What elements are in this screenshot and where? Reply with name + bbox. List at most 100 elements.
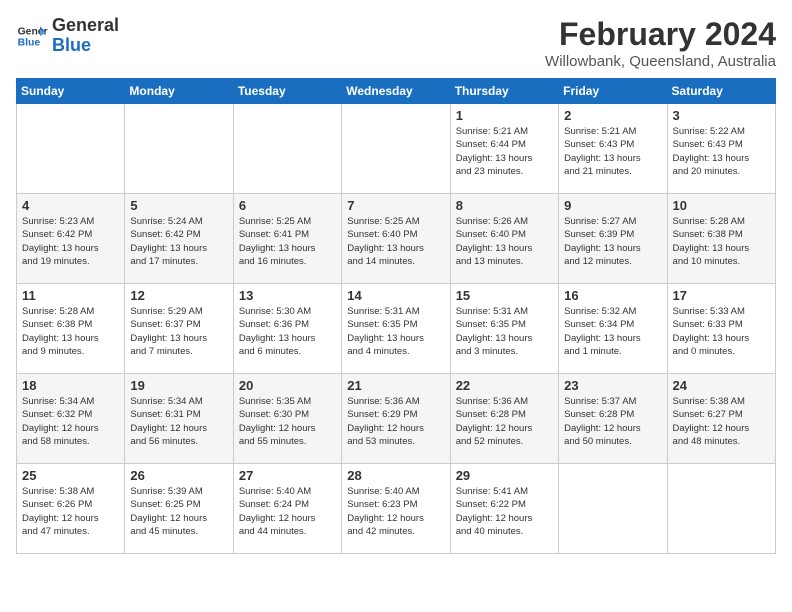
day-header-monday: Monday [125,79,233,104]
day-number: 8 [456,198,553,213]
day-info: Sunrise: 5:33 AM Sunset: 6:33 PM Dayligh… [673,305,770,358]
day-info: Sunrise: 5:35 AM Sunset: 6:30 PM Dayligh… [239,395,336,448]
day-number: 13 [239,288,336,303]
day-info: Sunrise: 5:21 AM Sunset: 6:43 PM Dayligh… [564,125,661,178]
day-info: Sunrise: 5:39 AM Sunset: 6:25 PM Dayligh… [130,485,227,538]
day-cell: 26 Sunrise: 5:39 AM Sunset: 6:25 PM Dayli… [125,464,233,554]
day-cell: 24 Sunrise: 5:38 AM Sunset: 6:27 PM Dayli… [667,374,775,464]
day-cell: 21Sunrise: 5:36 AM Sunset: 6:29 PM Dayli… [342,374,450,464]
calendar-header-row: SundayMondayTuesdayWednesdayThursdayFrid… [17,79,776,104]
week-row-1: 1Sunrise: 5:21 AM Sunset: 6:44 PM Daylig… [17,104,776,194]
day-cell: 23 Sunrise: 5:37 AM Sunset: 6:28 PM Dayli… [559,374,667,464]
day-header-thursday: Thursday [450,79,558,104]
day-cell: 22 Sunrise: 5:36 AM Sunset: 6:28 PM Dayli… [450,374,558,464]
day-number: 17 [673,288,770,303]
month-title: February 2024 [545,16,776,53]
day-number: 24 [673,378,770,393]
day-number: 28 [347,468,444,483]
day-cell: 28 Sunrise: 5:40 AM Sunset: 6:23 PM Dayli… [342,464,450,554]
logo-icon: General Blue [16,20,48,52]
day-info: Sunrise: 5:24 AM Sunset: 6:42 PM Dayligh… [130,215,227,268]
title-block: February 2024 Willowbank, Queensland, Au… [545,16,776,70]
logo-line2: Blue [52,36,119,56]
day-number: 16 [564,288,661,303]
day-info: Sunrise: 5:25 AM Sunset: 6:41 PM Dayligh… [239,215,336,268]
day-cell: 11Sunrise: 5:28 AM Sunset: 6:38 PM Dayli… [17,284,125,374]
day-cell: 4 Sunrise: 5:23 AM Sunset: 6:42 PM Daylig… [17,194,125,284]
week-row-3: 11Sunrise: 5:28 AM Sunset: 6:38 PM Dayli… [17,284,776,374]
day-info: Sunrise: 5:28 AM Sunset: 6:38 PM Dayligh… [673,215,770,268]
day-cell [559,464,667,554]
day-cell: 25Sunrise: 5:38 AM Sunset: 6:26 PM Dayli… [17,464,125,554]
calendar-body: 1Sunrise: 5:21 AM Sunset: 6:44 PM Daylig… [17,104,776,554]
day-number: 20 [239,378,336,393]
day-info: Sunrise: 5:34 AM Sunset: 6:31 PM Dayligh… [130,395,227,448]
day-info: Sunrise: 5:29 AM Sunset: 6:37 PM Dayligh… [130,305,227,358]
day-cell: 12Sunrise: 5:29 AM Sunset: 6:37 PM Dayli… [125,284,233,374]
day-cell: 29 Sunrise: 5:41 AM Sunset: 6:22 PM Dayli… [450,464,558,554]
day-info: Sunrise: 5:23 AM Sunset: 6:42 PM Dayligh… [22,215,119,268]
week-row-4: 18 Sunrise: 5:34 AM Sunset: 6:32 PM Dayli… [17,374,776,464]
day-info: Sunrise: 5:36 AM Sunset: 6:28 PM Dayligh… [456,395,553,448]
day-info: Sunrise: 5:25 AM Sunset: 6:40 PM Dayligh… [347,215,444,268]
day-number: 15 [456,288,553,303]
day-cell [342,104,450,194]
day-cell: 18 Sunrise: 5:34 AM Sunset: 6:32 PM Dayli… [17,374,125,464]
day-number: 29 [456,468,553,483]
day-info: Sunrise: 5:22 AM Sunset: 6:43 PM Dayligh… [673,125,770,178]
day-cell: 16 Sunrise: 5:32 AM Sunset: 6:34 PM Dayli… [559,284,667,374]
day-cell [125,104,233,194]
day-info: Sunrise: 5:31 AM Sunset: 6:35 PM Dayligh… [456,305,553,358]
day-number: 4 [22,198,119,213]
day-number: 19 [130,378,227,393]
day-number: 21 [347,378,444,393]
day-info: Sunrise: 5:41 AM Sunset: 6:22 PM Dayligh… [456,485,553,538]
day-info: Sunrise: 5:34 AM Sunset: 6:32 PM Dayligh… [22,395,119,448]
day-cell: 3Sunrise: 5:22 AM Sunset: 6:43 PM Daylig… [667,104,775,194]
day-header-wednesday: Wednesday [342,79,450,104]
day-cell: 1Sunrise: 5:21 AM Sunset: 6:44 PM Daylig… [450,104,558,194]
day-number: 5 [130,198,227,213]
day-number: 22 [456,378,553,393]
day-number: 27 [239,468,336,483]
day-number: 2 [564,108,661,123]
day-header-saturday: Saturday [667,79,775,104]
day-info: Sunrise: 5:40 AM Sunset: 6:23 PM Dayligh… [347,485,444,538]
location: Willowbank, Queensland, Australia [545,53,776,70]
day-number: 14 [347,288,444,303]
week-row-5: 25Sunrise: 5:38 AM Sunset: 6:26 PM Dayli… [17,464,776,554]
day-cell [667,464,775,554]
day-number: 9 [564,198,661,213]
day-number: 18 [22,378,119,393]
day-cell: 13Sunrise: 5:30 AM Sunset: 6:36 PM Dayli… [233,284,341,374]
day-cell: 7 Sunrise: 5:25 AM Sunset: 6:40 PM Daylig… [342,194,450,284]
day-cell: 2 Sunrise: 5:21 AM Sunset: 6:43 PM Daylig… [559,104,667,194]
day-cell: 20 Sunrise: 5:35 AM Sunset: 6:30 PM Dayli… [233,374,341,464]
day-number: 6 [239,198,336,213]
day-cell: 10Sunrise: 5:28 AM Sunset: 6:38 PM Dayli… [667,194,775,284]
day-number: 7 [347,198,444,213]
day-cell: 9Sunrise: 5:27 AM Sunset: 6:39 PM Daylig… [559,194,667,284]
day-header-tuesday: Tuesday [233,79,341,104]
calendar-table: SundayMondayTuesdayWednesdayThursdayFrid… [16,78,776,554]
day-cell: 5 Sunrise: 5:24 AM Sunset: 6:42 PM Daylig… [125,194,233,284]
day-number: 23 [564,378,661,393]
day-cell: 8 Sunrise: 5:26 AM Sunset: 6:40 PM Daylig… [450,194,558,284]
day-info: Sunrise: 5:38 AM Sunset: 6:27 PM Dayligh… [673,395,770,448]
day-cell: 17 Sunrise: 5:33 AM Sunset: 6:33 PM Dayli… [667,284,775,374]
day-info: Sunrise: 5:40 AM Sunset: 6:24 PM Dayligh… [239,485,336,538]
day-info: Sunrise: 5:37 AM Sunset: 6:28 PM Dayligh… [564,395,661,448]
day-number: 11 [22,288,119,303]
day-number: 26 [130,468,227,483]
day-info: Sunrise: 5:26 AM Sunset: 6:40 PM Dayligh… [456,215,553,268]
day-info: Sunrise: 5:32 AM Sunset: 6:34 PM Dayligh… [564,305,661,358]
day-cell [17,104,125,194]
logo: General Blue General Blue [16,16,119,56]
day-cell: 14 Sunrise: 5:31 AM Sunset: 6:35 PM Dayli… [342,284,450,374]
day-info: Sunrise: 5:31 AM Sunset: 6:35 PM Dayligh… [347,305,444,358]
svg-text:Blue: Blue [18,37,41,48]
day-info: Sunrise: 5:38 AM Sunset: 6:26 PM Dayligh… [22,485,119,538]
day-header-sunday: Sunday [17,79,125,104]
day-cell [233,104,341,194]
day-cell: 19 Sunrise: 5:34 AM Sunset: 6:31 PM Dayli… [125,374,233,464]
